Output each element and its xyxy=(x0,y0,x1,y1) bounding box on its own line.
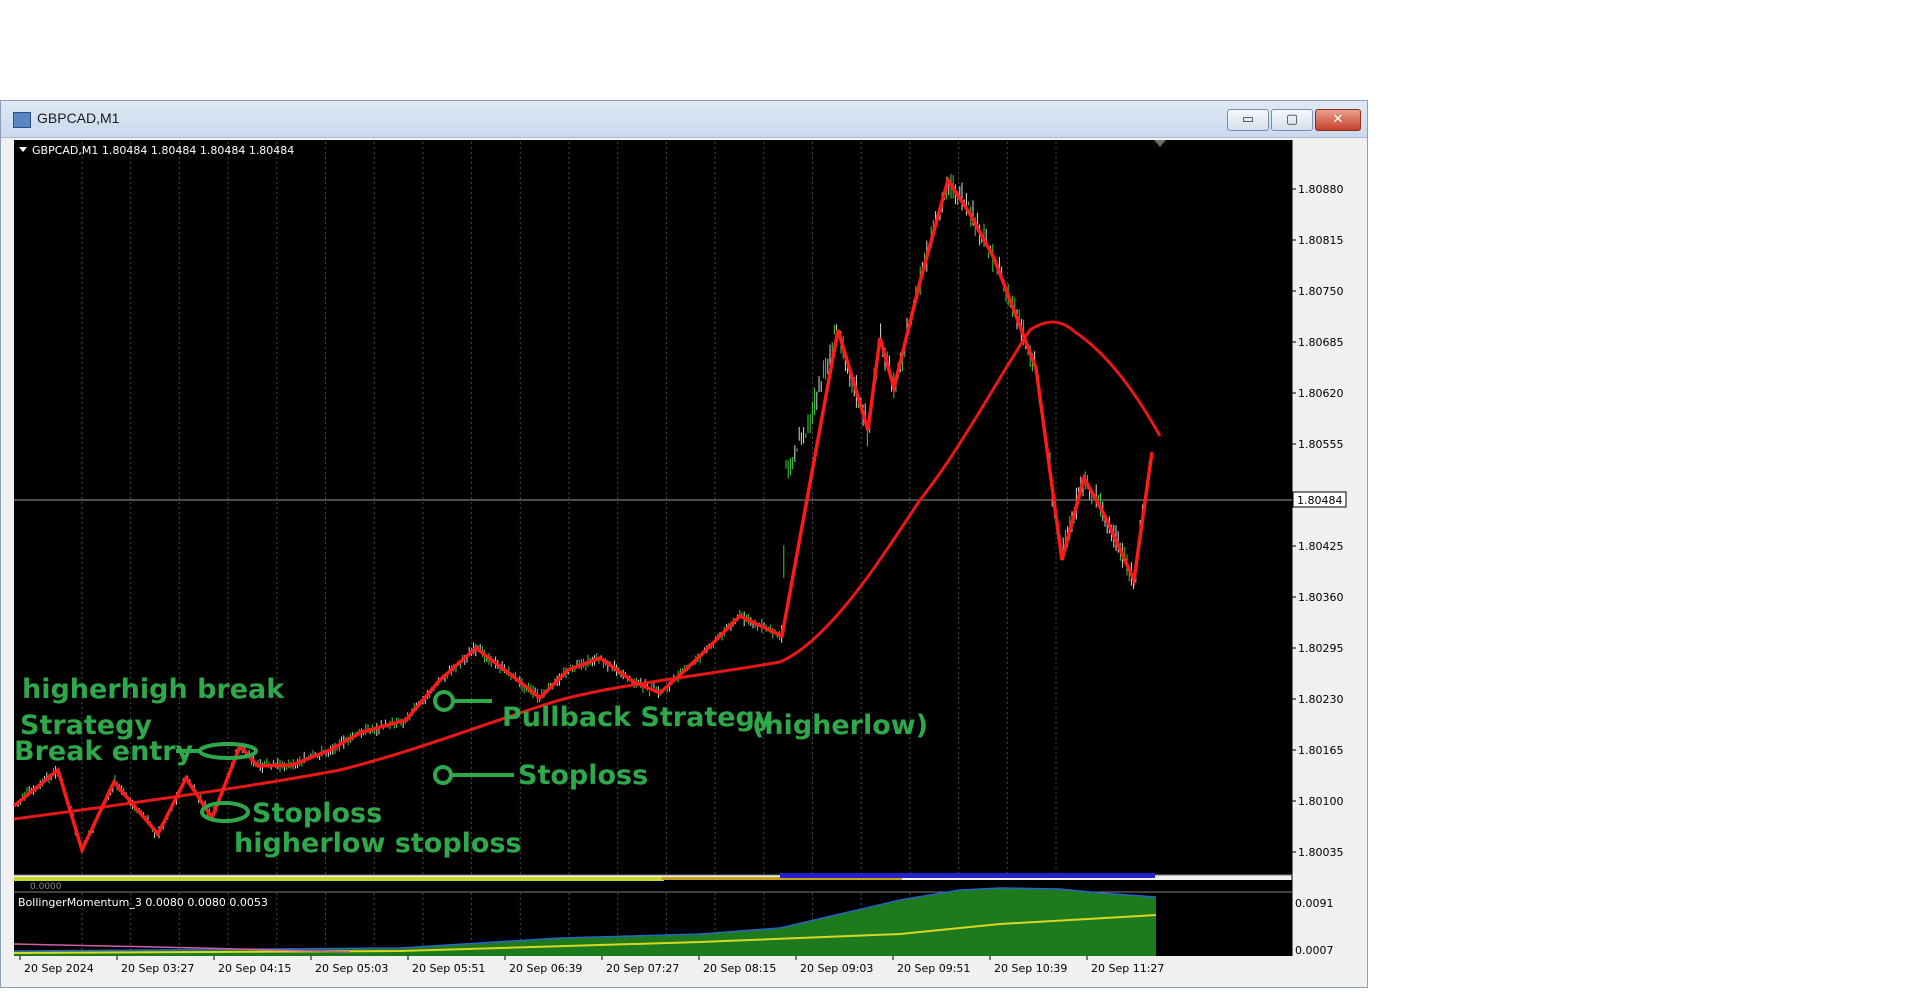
price-chart[interactable]: higherhigh break Strategy Break entry St… xyxy=(0,0,1914,1007)
time-label: 20 Sep 09:51 xyxy=(897,962,970,975)
price-label: 1.80360 xyxy=(1298,591,1344,604)
indicator-label-high: 0.0091 xyxy=(1295,897,1334,910)
time-label: 20 Sep 05:03 xyxy=(315,962,388,975)
indicator-label-low: 0.0007 xyxy=(1295,944,1334,957)
time-label: 20 Sep 09:03 xyxy=(800,962,873,975)
time-label: 20 Sep 05:51 xyxy=(412,962,485,975)
price-label: 1.80165 xyxy=(1298,744,1344,757)
separator-blue-bar xyxy=(780,873,1155,878)
price-label: 1.80815 xyxy=(1298,234,1344,247)
price-label: 1.80425 xyxy=(1298,540,1344,553)
separator-strip xyxy=(14,880,1292,892)
annotation-stoploss-mid: Stoploss xyxy=(518,760,648,791)
indicator-name: BollingerMomentum_3 0.0080 0.0080 0.0053 xyxy=(18,896,268,909)
separator-value-label: 0.0000 xyxy=(30,882,62,892)
time-label: 20 Sep 10:39 xyxy=(994,962,1067,975)
annotation-stoploss-left: Stoploss xyxy=(252,798,382,829)
time-label: 20 Sep 06:39 xyxy=(509,962,582,975)
time-label: 20 Sep 03:27 xyxy=(121,962,194,975)
annotation-break-entry: Break entry xyxy=(14,736,194,767)
annotation-higherlow-stoploss: higherlow stoploss xyxy=(234,828,522,859)
price-label: 1.80880 xyxy=(1298,183,1344,196)
price-label: 1.80230 xyxy=(1298,693,1344,706)
price-label: 1.80620 xyxy=(1298,387,1344,400)
price-label: 1.80100 xyxy=(1298,795,1344,808)
current-price-label: 1.80484 xyxy=(1297,494,1343,507)
grid-lines xyxy=(81,142,1057,955)
separator-yellow-bar xyxy=(14,877,664,881)
time-label: 20 Sep 2024 xyxy=(24,962,94,975)
price-label: 1.80750 xyxy=(1298,285,1344,298)
time-label: 20 Sep 11:27 xyxy=(1091,962,1164,975)
price-label: 1.80295 xyxy=(1298,642,1344,655)
annotation-higherlow: (higherlow) xyxy=(752,710,928,741)
chart-header-ohlc: GBPCAD,M1 1.80484 1.80484 1.80484 1.8048… xyxy=(32,144,294,157)
time-label: 20 Sep 07:27 xyxy=(606,962,679,975)
annotation-higherhigh-break: higherhigh break xyxy=(22,674,285,705)
time-label: 20 Sep 08:15 xyxy=(703,962,776,975)
price-label: 1.80685 xyxy=(1298,336,1344,349)
price-label: 1.80555 xyxy=(1298,438,1344,451)
annotation-pullback-strategy: Pullback Strategy xyxy=(502,702,773,733)
time-label: 20 Sep 04:15 xyxy=(218,962,291,975)
price-label: 1.80035 xyxy=(1298,846,1344,859)
